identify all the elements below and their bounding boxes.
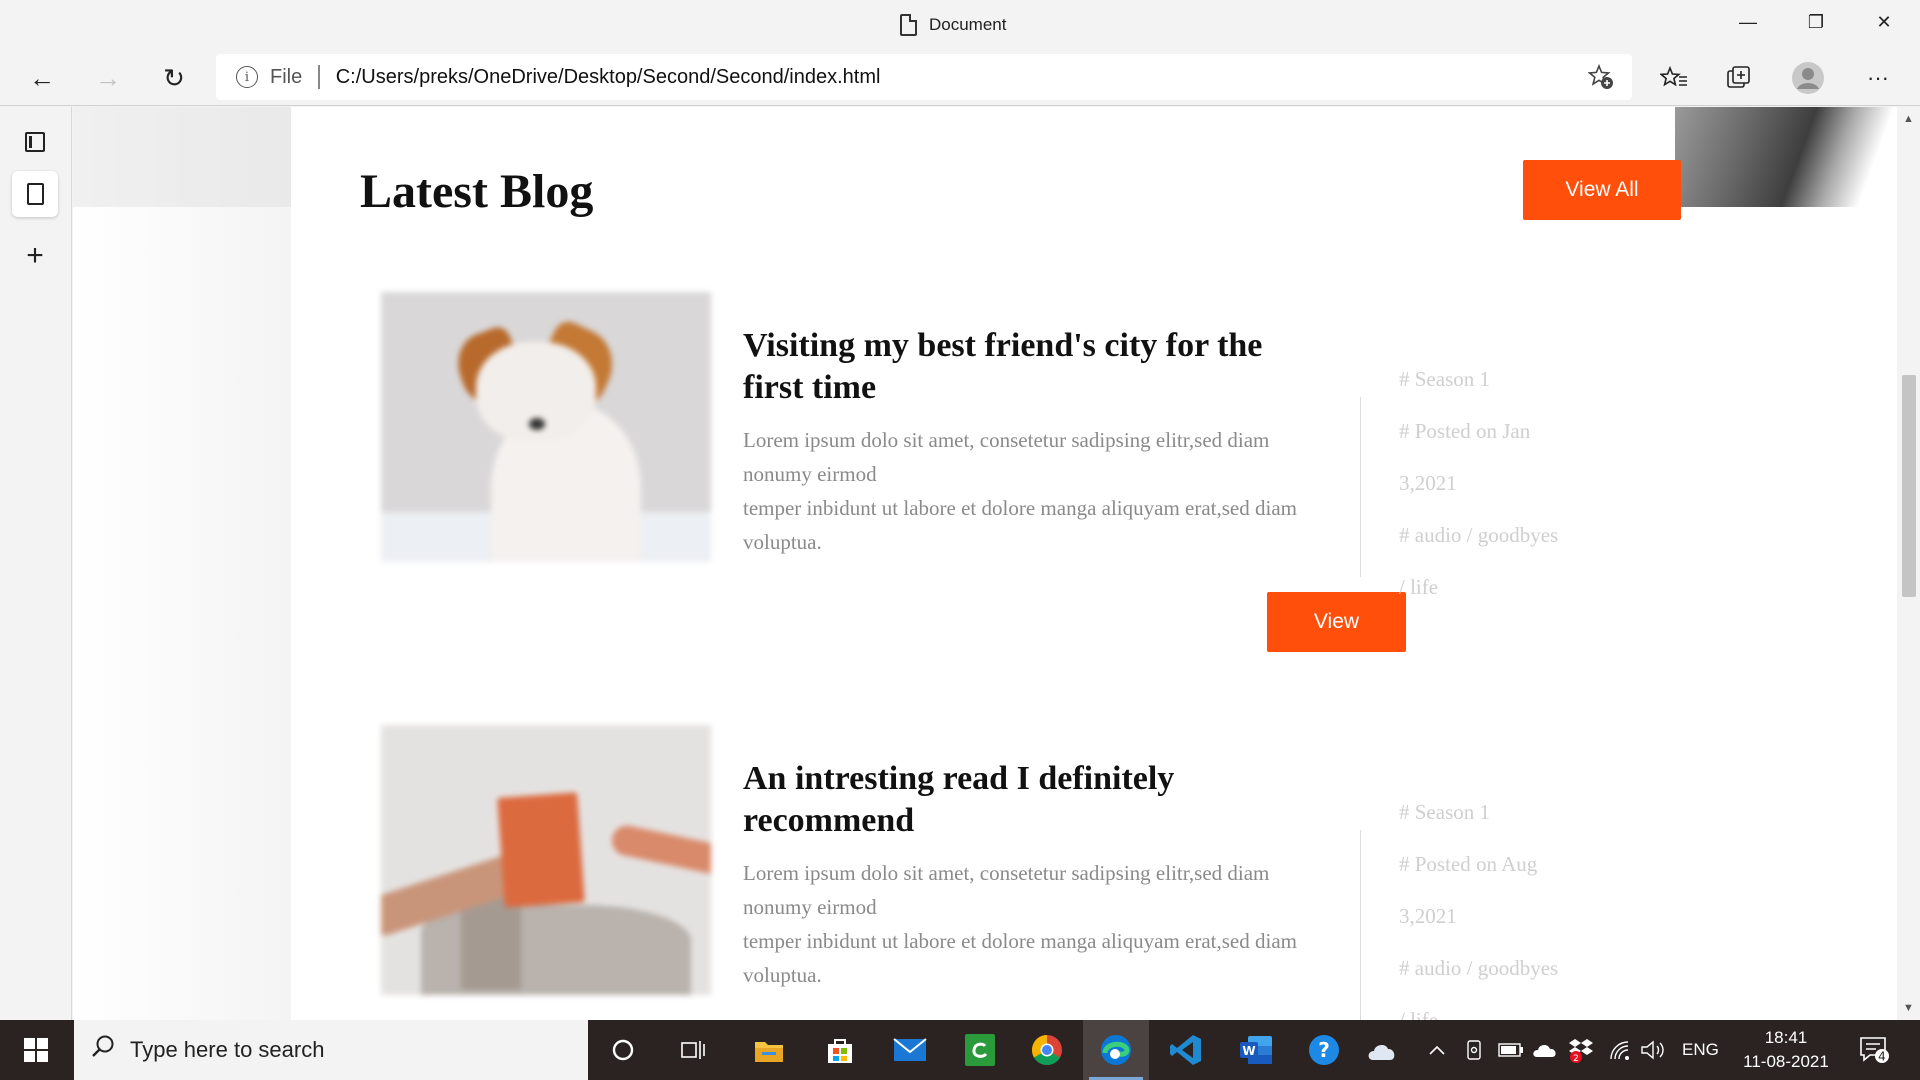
vertical-tabs-sidebar: +	[0, 107, 72, 1020]
tab-actions-icon	[25, 132, 45, 152]
tab-actions-button[interactable]	[12, 119, 58, 165]
post-tags: # Season 1 # Posted on Aug 3,2021 # audi…	[1399, 786, 1619, 1020]
microsoft-store-icon[interactable]	[820, 1030, 860, 1070]
info-icon[interactable]: i	[236, 66, 258, 88]
collections-icon[interactable]	[1718, 57, 1762, 99]
scroll-down-arrow-icon[interactable]: ▼	[1903, 1002, 1914, 1014]
post-tag: 3,2021	[1399, 471, 1457, 495]
new-tab-button[interactable]: +	[12, 233, 58, 279]
page-viewport: Latest Blog View All Visiting my best fr…	[73, 107, 1897, 1020]
taskbar-search[interactable]: Type here to search	[74, 1020, 588, 1080]
refresh-button[interactable]: ↻	[152, 57, 196, 99]
clock-date: 11-08-2021	[1743, 1052, 1829, 1071]
clock[interactable]: 18:41 11-08-2021	[1736, 1026, 1836, 1074]
background-image-left	[73, 107, 291, 207]
background-image-right	[1675, 107, 1897, 207]
search-icon	[90, 1034, 116, 1067]
post-tag: 3,2021	[1399, 904, 1457, 928]
restore-button[interactable]: ❐	[1782, 0, 1850, 45]
weather-icon[interactable]	[1362, 1030, 1402, 1070]
post-tags: # Season 1 # Posted on Jan 3,2021 # audi…	[1399, 353, 1619, 613]
task-view-icon[interactable]	[673, 1030, 713, 1070]
post-tag: # Season 1	[1399, 800, 1490, 824]
cortana-icon[interactable]	[603, 1030, 643, 1070]
notification-count: 4	[1878, 1050, 1886, 1064]
post-tag: # Posted on Jan	[1399, 419, 1531, 443]
back-button[interactable]: ←	[20, 57, 64, 99]
onedrive-icon[interactable]	[1532, 1020, 1558, 1080]
navigation-bar: ← → ↻ i File C:/Users/preks/OneDrive/Des…	[0, 50, 1920, 106]
post-tag: # Posted on Aug	[1399, 852, 1538, 876]
post-tag: # audio / goodbyes	[1399, 956, 1559, 980]
address-scheme: File	[270, 65, 303, 88]
svg-text:?: ?	[1318, 1038, 1330, 1062]
post-image-book	[381, 725, 711, 995]
scrollbar-thumb[interactable]	[1902, 375, 1916, 597]
view-post-button[interactable]: View	[1267, 592, 1406, 652]
vertical-scrollbar[interactable]: ▲ ▼	[1897, 107, 1920, 1020]
word-icon[interactable]: W	[1236, 1030, 1276, 1070]
svg-text:W: W	[1242, 1044, 1255, 1058]
start-button[interactable]	[0, 1020, 72, 1080]
vscode-icon[interactable]	[1166, 1030, 1206, 1070]
tab-document[interactable]	[12, 171, 58, 217]
document-icon	[900, 14, 917, 36]
post-excerpt-line: Lorem ipsum dolo sit amet, consetetur sa…	[743, 428, 1270, 486]
utorrent-icon[interactable]	[960, 1030, 1000, 1070]
volume-icon[interactable]	[1640, 1020, 1666, 1080]
dropbox-badge: 2	[1573, 1054, 1579, 1063]
more-menu-button[interactable]: ···	[1856, 57, 1900, 99]
post-tag: / life	[1399, 575, 1439, 599]
view-all-button[interactable]: View All	[1523, 160, 1681, 220]
language-indicator[interactable]: ENG	[1682, 1020, 1719, 1080]
post-excerpt-line: temper inbidunt ut labore et dolore mang…	[743, 496, 1297, 554]
wifi-icon[interactable]	[1608, 1020, 1632, 1080]
title-bar: Document — ❐ ✕	[0, 0, 1920, 50]
minimize-button[interactable]: —	[1714, 0, 1782, 45]
show-hidden-icons[interactable]	[1428, 1020, 1446, 1080]
post-excerpt-line: Lorem ipsum dolo sit amet, consetetur sa…	[743, 861, 1270, 919]
profile-avatar[interactable]	[1786, 57, 1830, 99]
post-excerpt: Lorem ipsum dolo sit amet, consetetur sa…	[743, 856, 1333, 992]
window-title-text: Document	[929, 15, 1007, 34]
close-button[interactable]: ✕	[1850, 0, 1918, 45]
divider	[1360, 397, 1361, 577]
mail-icon[interactable]	[890, 1030, 930, 1070]
background-left-fade	[73, 207, 291, 1020]
address-url[interactable]: C:/Users/preks/OneDrive/Desktop/Second/S…	[336, 66, 881, 89]
window-title: Document	[900, 12, 1006, 38]
post-title: An intresting read I definitely recommen…	[743, 760, 1175, 839]
edge-icon[interactable]	[1096, 1030, 1136, 1070]
chrome-icon[interactable]	[1027, 1030, 1067, 1070]
post-image-dog	[381, 292, 711, 562]
taskbar: Type here to search W ? 2 ENG 18:41 11-0…	[0, 1020, 1920, 1080]
notifications-button[interactable]: 4	[1858, 1020, 1892, 1080]
scroll-up-arrow-icon[interactable]: ▲	[1903, 113, 1914, 125]
post-title: Visiting my best friend's city for the f…	[743, 327, 1263, 406]
forward-button[interactable]: →	[86, 57, 130, 99]
add-favorite-icon[interactable]	[1587, 63, 1614, 96]
post-tag: # audio / goodbyes	[1399, 523, 1559, 547]
address-separator	[318, 65, 320, 89]
battery-icon[interactable]	[1498, 1020, 1524, 1080]
post-excerpt: Lorem ipsum dolo sit amet, consetetur sa…	[743, 423, 1333, 559]
post-excerpt-line: temper inbidunt ut labore et dolore mang…	[743, 929, 1297, 987]
section-heading: Latest Blog	[360, 165, 594, 218]
file-explorer-icon[interactable]	[749, 1030, 789, 1070]
help-icon[interactable]: ?	[1304, 1030, 1344, 1070]
divider	[1360, 830, 1361, 1020]
post-tag: / life	[1399, 1008, 1439, 1020]
clock-time: 18:41	[1764, 1028, 1808, 1047]
favorites-icon[interactable]	[1652, 57, 1696, 99]
search-placeholder: Type here to search	[130, 1037, 325, 1062]
post-tag: # Season 1	[1399, 367, 1490, 391]
windows-logo-icon	[24, 1038, 48, 1062]
page-icon	[26, 183, 44, 205]
blog-section: Latest Blog View All Visiting my best fr…	[291, 107, 1681, 1020]
address-bar[interactable]: i File C:/Users/preks/OneDrive/Desktop/S…	[216, 54, 1632, 100]
device-icon[interactable]	[1464, 1020, 1484, 1080]
dropbox-icon[interactable]: 2	[1568, 1020, 1596, 1080]
